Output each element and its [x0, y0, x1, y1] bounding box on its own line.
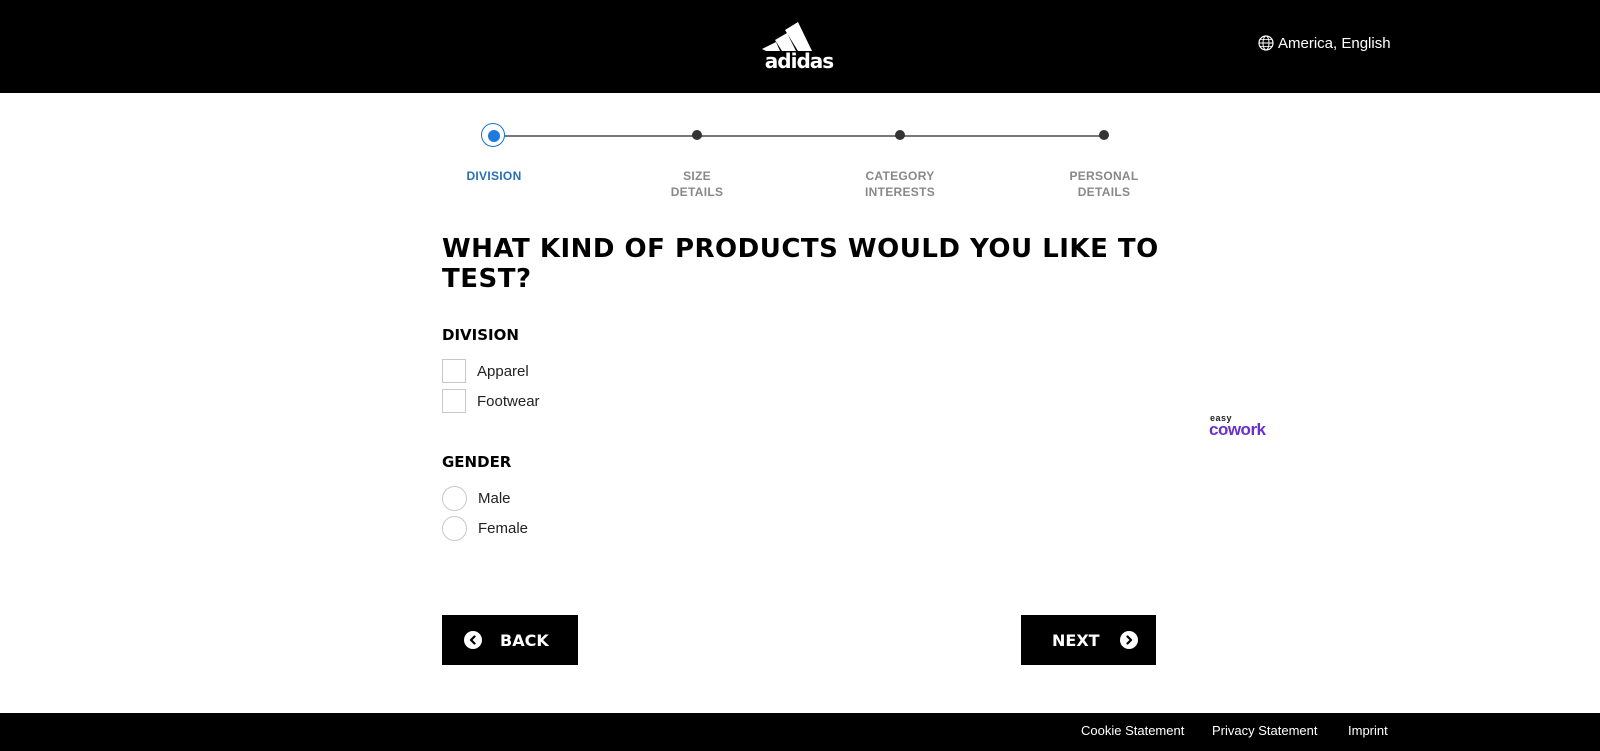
logo-wordmark: adidas — [764, 49, 834, 73]
female-radio[interactable]: Female — [442, 515, 528, 541]
step-division[interactable]: DIVISION — [434, 120, 554, 184]
step-dot — [692, 130, 702, 140]
footer: Cookie Statement Privacy Statement Impri… — [0, 713, 1600, 751]
locale-label: America, English — [1278, 34, 1391, 52]
chevron-left-circle-icon — [464, 631, 482, 649]
footwear-checkbox[interactable]: Footwear — [442, 388, 540, 414]
locale-selector[interactable]: America, English — [1258, 33, 1391, 53]
apparel-checkbox[interactable]: Apparel — [442, 358, 529, 384]
next-button-label: NEXT — [1052, 630, 1100, 650]
step-dot — [488, 130, 500, 142]
stepper-track — [494, 135, 1104, 137]
chevron-right-circle-icon — [1119, 631, 1138, 649]
step-label: PERSONAL DETAILS — [1069, 169, 1139, 199]
next-button[interactable]: NEXT — [1021, 615, 1156, 665]
three-stripes-icon — [762, 22, 812, 51]
easy-cowork-watermark: easy cowork — [1209, 413, 1283, 439]
step-size-details[interactable]: SIZE DETAILS — [637, 120, 757, 200]
step-category-interests[interactable]: CATEGORY INTERESTS — [840, 120, 960, 200]
checkbox-label: Apparel — [477, 362, 529, 380]
back-button[interactable]: BACK — [442, 615, 578, 665]
male-radio[interactable]: Male — [442, 485, 511, 511]
checkbox-label: Footwear — [477, 392, 540, 410]
globe-icon — [1258, 35, 1274, 51]
radio-circle[interactable] — [442, 485, 467, 511]
step-label: CATEGORY INTERESTS — [864, 169, 936, 199]
checkbox-box[interactable] — [442, 389, 466, 413]
radio-label: Female — [478, 519, 529, 537]
radio-circle[interactable] — [442, 515, 467, 541]
page-title: WHAT KIND OF PRODUCTS WOULD YOU LIKE TO … — [442, 234, 1159, 294]
cookie-statement-link[interactable]: Cookie Statement — [1081, 723, 1184, 738]
step-label: SIZE DETAILS — [670, 169, 724, 199]
back-button-label: BACK — [500, 630, 549, 650]
radio-label: Male — [478, 489, 511, 507]
step-dot — [895, 130, 905, 140]
step-label: DIVISION — [466, 169, 522, 183]
step-dot — [1099, 130, 1109, 140]
watermark-line2: cowork — [1209, 420, 1266, 439]
adidas-logo[interactable]: adidas — [762, 20, 836, 72]
progress-stepper: DIVISION SIZE DETAILS CATEGORY INTERESTS P… — [0, 120, 1600, 210]
step-personal-details[interactable]: PERSONAL DETAILS — [1044, 120, 1164, 200]
division-heading: DIVISION — [442, 326, 519, 344]
gender-heading: GENDER — [442, 453, 512, 471]
header: adidas America, English — [0, 0, 1600, 93]
imprint-link[interactable]: Imprint — [1348, 723, 1388, 738]
checkbox-box[interactable] — [442, 359, 466, 383]
privacy-statement-link[interactable]: Privacy Statement — [1212, 723, 1318, 738]
